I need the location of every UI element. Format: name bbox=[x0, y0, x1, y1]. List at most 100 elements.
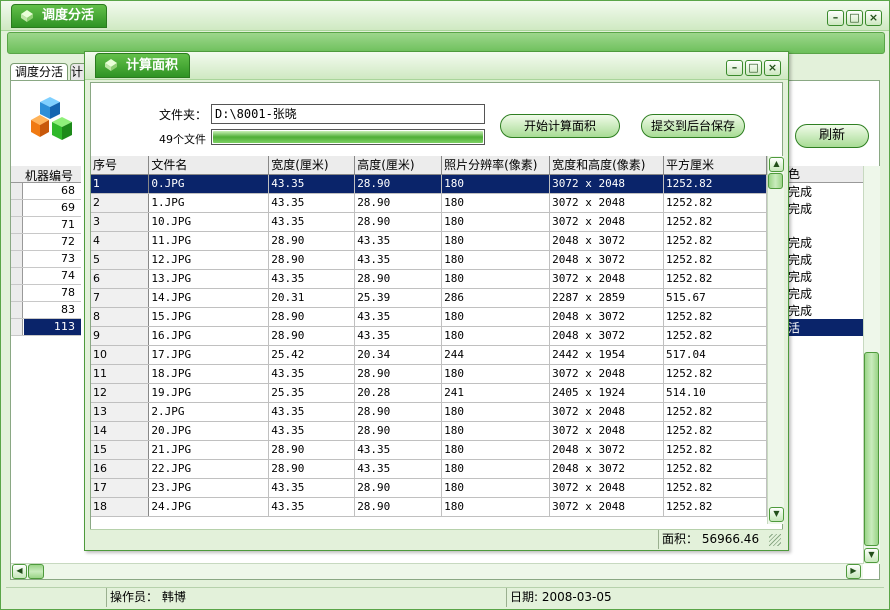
column-header[interactable]: 宽度和高度(像素) bbox=[549, 156, 665, 175]
table-row[interactable]: 4 11.JPG 28.90 43.35 180 2048 x 3072 1252.82 bbox=[91, 231, 767, 251]
machine-row[interactable]: 69 bbox=[11, 200, 81, 217]
main-horizontal-scrollbar[interactable]: ◀ ▶ bbox=[11, 563, 863, 579]
table-cell: 28.90 bbox=[354, 497, 443, 517]
table-row[interactable]: 17 23.JPG 43.35 28.90 180 3072 x 2048 1252.82 bbox=[91, 478, 767, 498]
status-cell bbox=[788, 218, 854, 235]
refresh-button[interactable]: 刷新 bbox=[795, 124, 869, 148]
table-cell: 28.90 bbox=[268, 326, 356, 346]
scroll-right-icon[interactable]: ▶ bbox=[846, 564, 861, 579]
table-row[interactable]: 7 14.JPG 20.31 25.39 286 2287 x 2859 515.67 bbox=[91, 288, 767, 308]
table-cell: 28.90 bbox=[354, 402, 443, 422]
table-cell: 28.90 bbox=[354, 364, 443, 384]
table-cell: 17.JPG bbox=[148, 345, 270, 365]
tab-dispatch[interactable]: 调度分活 bbox=[10, 63, 68, 81]
main-horizontal-scroll-thumb[interactable] bbox=[28, 564, 44, 579]
table-cell: 28.90 bbox=[268, 250, 356, 270]
table-row[interactable]: 3 10.JPG 43.35 28.90 180 3072 x 2048 1252.82 bbox=[91, 212, 767, 232]
column-header[interactable]: 序号 bbox=[91, 156, 150, 175]
table-cell: 43.35 bbox=[268, 421, 356, 441]
machine-row[interactable]: 72 bbox=[11, 234, 81, 251]
table-cell: 15.JPG bbox=[148, 307, 270, 327]
main-scroll-down-icon[interactable]: ▼ bbox=[864, 548, 879, 563]
main-minimize-button[interactable]: – bbox=[827, 10, 844, 26]
column-header[interactable]: 宽度(厘米) bbox=[268, 156, 356, 175]
row-number-cell: 10 bbox=[91, 345, 150, 365]
folder-label: 文件夹： bbox=[159, 108, 208, 122]
table-row[interactable]: 5 12.JPG 28.90 43.35 180 2048 x 3072 1252.82 bbox=[91, 250, 767, 270]
start-calculate-button[interactable]: 开始计算面积 bbox=[500, 114, 620, 138]
table-cell: 515.67 bbox=[663, 288, 767, 308]
folder-input[interactable]: D:\8001-张晓 bbox=[211, 104, 485, 124]
table-cell: 180 bbox=[441, 307, 551, 327]
main-vertical-scroll-thumb[interactable] bbox=[864, 352, 879, 546]
scroll-left-icon[interactable]: ◀ bbox=[12, 564, 27, 579]
machine-row[interactable]: 78 bbox=[11, 285, 81, 302]
table-row[interactable]: 9 16.JPG 28.90 43.35 180 2048 x 3072 1252.82 bbox=[91, 326, 767, 346]
main-maximize-button[interactable]: □ bbox=[846, 10, 863, 26]
column-header[interactable]: 照片分辨率(像素) bbox=[441, 156, 551, 175]
main-window-title: 调度分活 bbox=[42, 8, 95, 23]
scroll-up-icon[interactable]: ▲ bbox=[769, 157, 784, 172]
table-cell: 43.35 bbox=[268, 174, 356, 194]
dialog-title-bar: 计算面积 – □ × bbox=[85, 52, 788, 80]
table-cell: 3072 x 2048 bbox=[549, 497, 665, 517]
table-row[interactable]: 18 24.JPG 43.35 28.90 180 3072 x 2048 1252.82 bbox=[91, 497, 767, 517]
dialog-close-button[interactable]: × bbox=[764, 60, 781, 76]
scroll-down-icon[interactable]: ▼ bbox=[769, 507, 784, 522]
table-cell: 1252.82 bbox=[663, 402, 767, 422]
column-header[interactable]: 平方厘米 bbox=[663, 156, 767, 175]
table-cell: 3072 x 2048 bbox=[549, 269, 665, 289]
submit-save-button[interactable]: 提交到后台保存 bbox=[641, 114, 745, 138]
progress-bar bbox=[211, 129, 485, 145]
dialog-vertical-scroll-thumb[interactable] bbox=[768, 173, 783, 189]
table-cell: 21.JPG bbox=[148, 440, 270, 460]
row-number-cell: 12 bbox=[91, 383, 150, 403]
machine-number: 72 bbox=[61, 235, 75, 248]
table-cell: 28.90 bbox=[268, 231, 356, 251]
table-row[interactable]: 6 13.JPG 43.35 28.90 180 3072 x 2048 1252.82 bbox=[91, 269, 767, 289]
dialog-vertical-scrollbar[interactable]: ▲ ▼ bbox=[767, 156, 784, 524]
machine-row[interactable]: 74 bbox=[11, 268, 81, 285]
table-cell: 180 bbox=[441, 402, 551, 422]
table-row[interactable]: 1 0.JPG 43.35 28.90 180 3072 x 2048 1252.82 bbox=[91, 174, 767, 194]
machine-row[interactable]: 83 bbox=[11, 302, 81, 319]
table-row[interactable]: 8 15.JPG 28.90 43.35 180 2048 x 3072 1252.82 bbox=[91, 307, 767, 327]
row-indicator bbox=[11, 234, 23, 250]
resize-grip-icon[interactable] bbox=[769, 534, 781, 546]
table-cell: 180 bbox=[441, 250, 551, 270]
column-header[interactable]: 高度(厘米) bbox=[354, 156, 443, 175]
table-row[interactable]: 16 22.JPG 28.90 43.35 180 2048 x 3072 1252.82 bbox=[91, 459, 767, 479]
table-row[interactable]: 12 19.JPG 25.35 20.28 241 2405 x 1924 514.10 bbox=[91, 383, 767, 403]
table-cell: 25.35 bbox=[268, 383, 356, 403]
table-cell: 43.35 bbox=[268, 364, 356, 384]
table-cell: 24.JPG bbox=[148, 497, 270, 517]
table-cell: 2048 x 3072 bbox=[549, 307, 665, 327]
table-cell: 28.90 bbox=[268, 307, 356, 327]
table-cell: 43.35 bbox=[354, 231, 443, 251]
table-row[interactable]: 13 2.JPG 43.35 28.90 180 3072 x 2048 1252.82 bbox=[91, 402, 767, 422]
dialog-minimize-button[interactable]: – bbox=[726, 60, 743, 76]
table-row[interactable]: 14 20.JPG 43.35 28.90 180 3072 x 2048 1252.82 bbox=[91, 421, 767, 441]
table-cell: 1252.82 bbox=[663, 459, 767, 479]
main-window-tab: 调度分活 bbox=[11, 4, 107, 28]
table-cell: 23.JPG bbox=[148, 478, 270, 498]
column-header[interactable]: 文件名 bbox=[148, 156, 270, 175]
row-number-cell: 9 bbox=[91, 326, 150, 346]
machine-row[interactable]: 68 bbox=[11, 183, 81, 200]
dialog-maximize-button[interactable]: □ bbox=[745, 60, 762, 76]
main-close-button[interactable]: × bbox=[865, 10, 882, 26]
row-number-cell: 2 bbox=[91, 193, 150, 213]
table-cell: 244 bbox=[441, 345, 551, 365]
table-row[interactable]: 10 17.JPG 25.42 20.34 244 2442 x 1954 517.04 bbox=[91, 345, 767, 365]
table-row[interactable]: 11 18.JPG 43.35 28.90 180 3072 x 2048 1252.82 bbox=[91, 364, 767, 384]
machine-row[interactable]: 113 bbox=[11, 319, 81, 336]
machine-row[interactable]: 73 bbox=[11, 251, 81, 268]
machine-row[interactable]: 71 bbox=[11, 217, 81, 234]
table-cell: 514.10 bbox=[663, 383, 767, 403]
table-cell: 1252.82 bbox=[663, 440, 767, 460]
table-cell: 28.90 bbox=[354, 478, 443, 498]
table-row[interactable]: 15 21.JPG 28.90 43.35 180 2048 x 3072 1252.82 bbox=[91, 440, 767, 460]
table-row[interactable]: 2 1.JPG 43.35 28.90 180 3072 x 2048 1252.82 bbox=[91, 193, 767, 213]
status-cell: 完成 bbox=[788, 304, 813, 318]
row-number-cell: 7 bbox=[91, 288, 150, 308]
